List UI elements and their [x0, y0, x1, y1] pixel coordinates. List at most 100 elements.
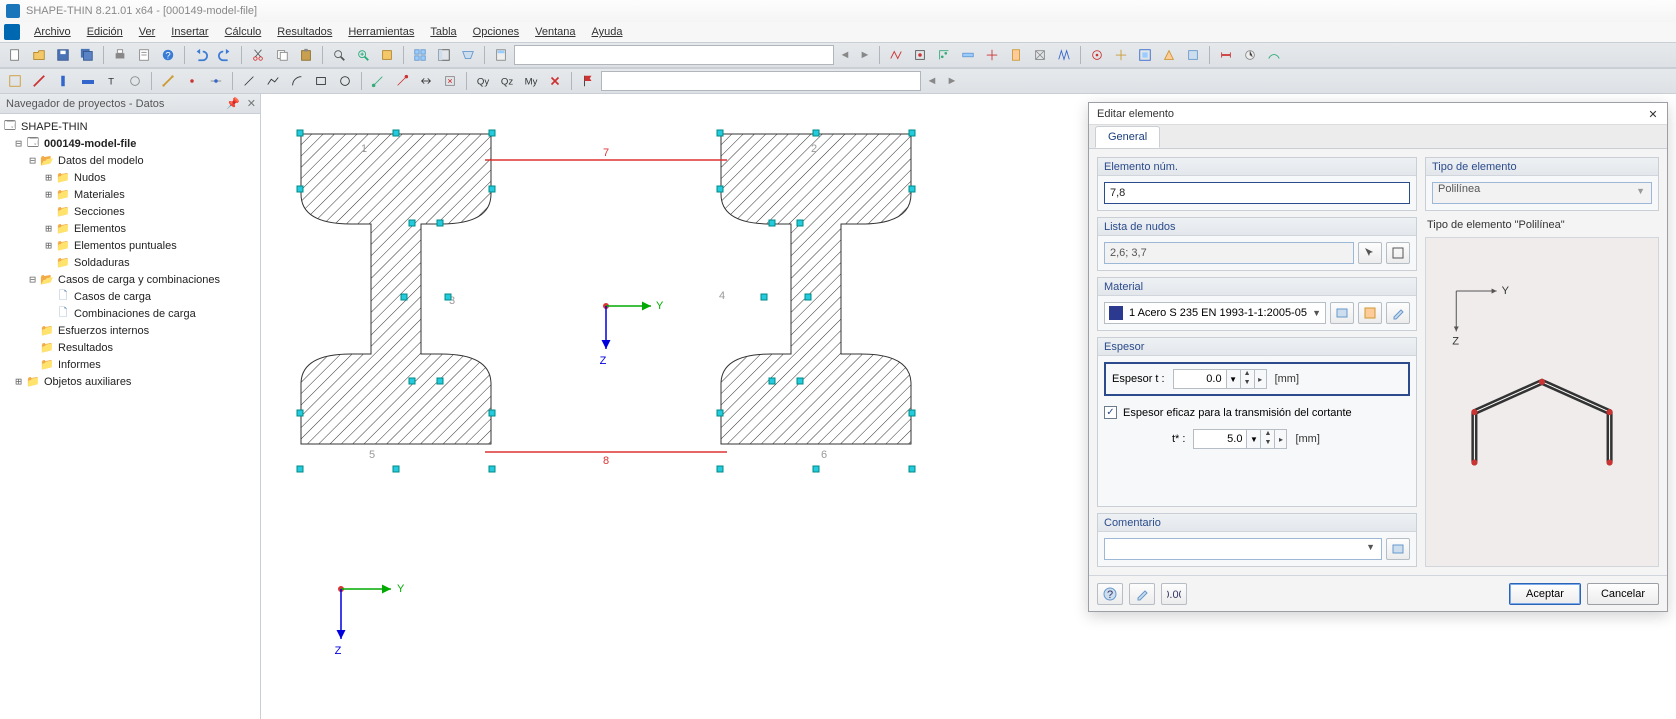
ok-button[interactable]: Aceptar — [1509, 583, 1581, 605]
menu-tabla[interactable]: Tabla — [422, 24, 464, 40]
menu-resultados[interactable]: Resultados — [269, 24, 340, 40]
tool-m-icon[interactable] — [1182, 44, 1204, 66]
view2-b-icon[interactable] — [28, 70, 50, 92]
view2-d-icon[interactable] — [76, 70, 98, 92]
square-icon[interactable] — [376, 44, 398, 66]
graphics-viewport[interactable]: 7 8 1 2 5 6 3 4 — [261, 94, 1676, 719]
material-edit-icon[interactable] — [1386, 302, 1410, 324]
app-menu-icon[interactable] — [4, 24, 20, 40]
menu-archivo[interactable]: Archivo — [26, 24, 79, 40]
results-combo[interactable] — [514, 45, 834, 65]
paste-icon[interactable] — [295, 44, 317, 66]
tree-secciones[interactable]: Secciones — [74, 206, 125, 218]
help-icon[interactable]: ? — [157, 44, 179, 66]
mod-a-icon[interactable] — [367, 70, 389, 92]
report-icon[interactable] — [133, 44, 155, 66]
tstar-spinner[interactable]: ▲▼ — [1261, 429, 1275, 449]
cut-icon[interactable] — [247, 44, 269, 66]
flag-icon[interactable] — [577, 70, 599, 92]
prev-icon[interactable]: ◄ — [836, 46, 854, 64]
espesor-t-input[interactable] — [1173, 369, 1227, 389]
view2-a-icon[interactable] — [4, 70, 26, 92]
tree-nudos[interactable]: Nudos — [74, 172, 106, 184]
draw-arc-icon[interactable] — [286, 70, 308, 92]
new-icon[interactable] — [4, 44, 26, 66]
dialog-close-icon[interactable]: ✕ — [1645, 106, 1661, 122]
print-icon[interactable] — [109, 44, 131, 66]
espesor-t-drop-icon[interactable]: ▼ — [1227, 369, 1241, 389]
draw-circle-icon[interactable] — [334, 70, 356, 92]
espesor-t-step-icon[interactable]: ▸ — [1255, 369, 1267, 389]
zoom-icon[interactable] — [352, 44, 374, 66]
tree-elementos[interactable]: Elementos — [74, 223, 126, 235]
view2-c-icon[interactable] — [52, 70, 74, 92]
tstar-input[interactable] — [1193, 429, 1247, 449]
view-icon[interactable] — [457, 44, 479, 66]
tool-n-icon[interactable] — [1215, 44, 1237, 66]
material-select[interactable]: 1 Acero S 235 EN 1993-1-1:2005-05 ▼ — [1104, 302, 1326, 324]
pick-nodes-icon[interactable] — [1358, 242, 1382, 264]
tree-esfuerzos[interactable]: Esfuerzos internos — [58, 325, 149, 337]
menu-ayuda[interactable]: Ayuda — [584, 24, 631, 40]
tree-comb-carga[interactable]: Combinaciones de carga — [74, 308, 196, 320]
next-icon[interactable]: ► — [856, 46, 874, 64]
tree-aux[interactable]: Objetos auxiliares — [44, 376, 131, 388]
menu-edicion[interactable]: Edición — [79, 24, 131, 40]
espesor-eficaz-check[interactable]: ✓ Espesor eficaz para la transmisión del… — [1104, 406, 1410, 419]
mod-b-icon[interactable] — [391, 70, 413, 92]
menu-insertar[interactable]: Insertar — [163, 24, 216, 40]
espesor-t-spinner[interactable]: ▲▼ — [1241, 369, 1255, 389]
find-icon[interactable] — [328, 44, 350, 66]
menu-opciones[interactable]: Opciones — [465, 24, 527, 40]
draw-poly-icon[interactable] — [262, 70, 284, 92]
view2-e-icon[interactable]: T — [100, 70, 122, 92]
tool-a-icon[interactable] — [885, 44, 907, 66]
units-button-icon[interactable]: 0.00 — [1161, 583, 1187, 605]
measure-icon[interactable] — [157, 70, 179, 92]
comment-pick-icon[interactable] — [1386, 538, 1410, 560]
filter-combo[interactable] — [601, 71, 921, 91]
tool-o-icon[interactable] — [1239, 44, 1261, 66]
menu-calculo[interactable]: Cálculo — [217, 24, 270, 40]
navigator-tree[interactable]: 🗔SHAPE-THIN ⊟🗔000149-model-file ⊟📂Datos … — [0, 114, 260, 719]
pin-icon[interactable]: 📌 — [226, 97, 240, 110]
tstar-field[interactable]: ▼ ▲▼ ▸ — [1193, 429, 1287, 449]
nodes-field[interactable] — [1104, 242, 1354, 264]
tree-casos-carga[interactable]: Casos de carga — [74, 291, 151, 303]
calc-icon[interactable] — [490, 44, 512, 66]
tree-casos-comb[interactable]: Casos de carga y combinaciones — [58, 274, 220, 286]
filter-prev-icon[interactable]: ◄ — [923, 72, 941, 90]
tree-materiales[interactable]: Materiales — [74, 189, 125, 201]
apply-button-icon[interactable] — [1129, 583, 1155, 605]
saveall-icon[interactable] — [76, 44, 98, 66]
tool-d-icon[interactable] — [957, 44, 979, 66]
menu-ver[interactable]: Ver — [131, 24, 164, 40]
tree-project[interactable]: 000149-model-file — [44, 138, 136, 150]
text-s-icon[interactable]: My — [520, 70, 542, 92]
open-icon[interactable] — [28, 44, 50, 66]
tree-resultados[interactable]: Resultados — [58, 342, 113, 354]
undo-icon[interactable] — [190, 44, 212, 66]
snap-a-icon[interactable] — [181, 70, 203, 92]
view2-f-icon[interactable] — [124, 70, 146, 92]
espesor-t-field[interactable]: ▼ ▲▼ ▸ — [1173, 369, 1267, 389]
tool-l-icon[interactable] — [1158, 44, 1180, 66]
tool-j-icon[interactable] — [1110, 44, 1132, 66]
comment-select[interactable]: ▼ — [1104, 538, 1382, 560]
tool-i-icon[interactable] — [1086, 44, 1108, 66]
dialog-title-bar[interactable]: Editar elemento ✕ — [1089, 103, 1667, 125]
grid-icon[interactable] — [409, 44, 431, 66]
draw-line-icon[interactable] — [238, 70, 260, 92]
delete-icon[interactable] — [544, 70, 566, 92]
material-new-icon[interactable] — [1358, 302, 1382, 324]
snap-b-icon[interactable] — [205, 70, 227, 92]
help-button-icon[interactable]: ? — [1097, 583, 1123, 605]
tstar-drop-icon[interactable]: ▼ — [1247, 429, 1261, 449]
draw-rect-icon[interactable] — [310, 70, 332, 92]
redo-icon[interactable] — [214, 44, 236, 66]
tab-general[interactable]: General — [1095, 126, 1160, 148]
save-icon[interactable] — [52, 44, 74, 66]
panel-icon[interactable] — [433, 44, 455, 66]
tool-k-icon[interactable] — [1134, 44, 1156, 66]
filter-next-icon[interactable]: ► — [943, 72, 961, 90]
